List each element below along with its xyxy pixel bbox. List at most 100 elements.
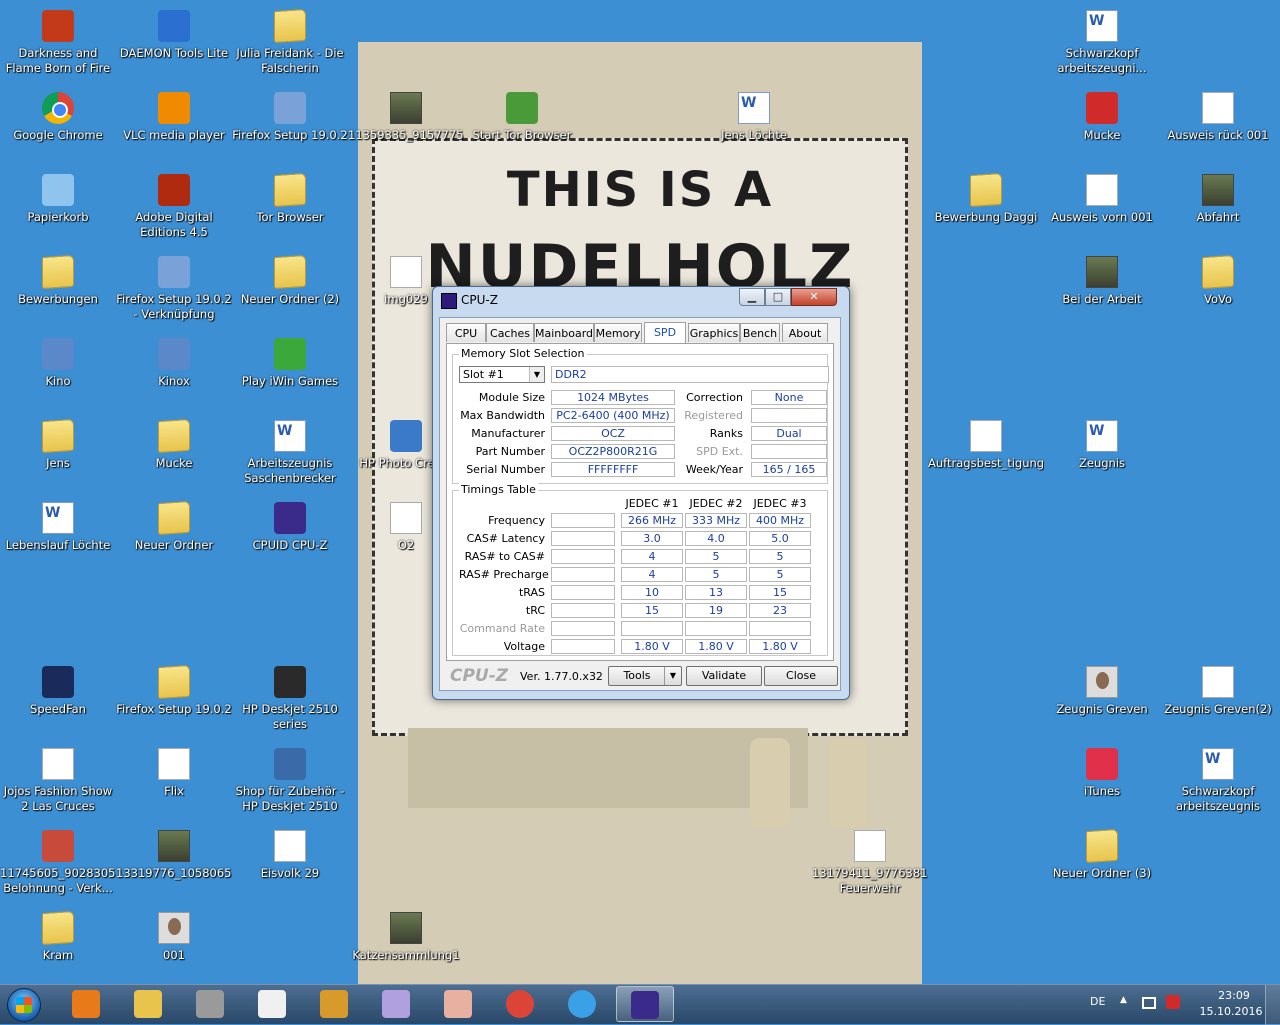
taskbar-item-game-spider[interactable] — [368, 986, 426, 1022]
desktop-icon[interactable]: Adobe Digital Editions 4.5 — [116, 168, 232, 246]
tab-spd[interactable]: SPD — [644, 322, 686, 343]
desktop-icon[interactable]: Abfahrt — [1160, 168, 1276, 246]
tab-memory[interactable]: Memory — [594, 323, 642, 342]
desktop-icon[interactable]: Schwarzkopf arbeitszeugni... — [1044, 4, 1160, 82]
desktop-icon[interactable]: HP Deskjet 2510 series — [232, 660, 348, 738]
cpuz-logo: CPU-Z — [450, 666, 509, 686]
desktop-icon[interactable]: Eisvolk 29 — [232, 824, 348, 902]
tab-cpu[interactable]: CPU — [446, 323, 486, 342]
desktop-icon[interactable]: 11745605_9028305.... Belohnung - Verk... — [0, 824, 116, 902]
desktop-icon[interactable]: Ausweis rück 001 — [1160, 86, 1276, 164]
desktop-icon[interactable]: Darkness and Flame Born of Fire — [0, 4, 116, 82]
desktop-icon[interactable]: DAEMON Tools Lite — [116, 4, 232, 82]
desktop-icon[interactable]: SpeedFan — [0, 660, 116, 738]
desktop-icon[interactable]: Neuer Ordner (3) — [1044, 824, 1160, 902]
desktop-icon-label: SpeedFan — [30, 702, 86, 716]
timings-cell — [749, 621, 811, 636]
clock-date[interactable]: 15.10.2016 — [1198, 1005, 1264, 1018]
desktop-icon[interactable]: Julia Freidank - Die Falscherin — [232, 4, 348, 82]
chevron-down-icon[interactable]: ▼ — [529, 367, 544, 382]
desktop-icon[interactable]: Kram — [0, 906, 116, 984]
tab-mainboard[interactable]: Mainboard — [534, 323, 594, 342]
desktop-icon[interactable]: 001 — [116, 906, 232, 984]
taskbar-item-game-cards[interactable] — [430, 986, 488, 1022]
desktop-icon[interactable]: 13319776_1058065.... — [116, 824, 232, 902]
close-window-button[interactable]: ✕ — [791, 288, 837, 306]
desktop-icon[interactable]: Bewerbungen — [0, 250, 116, 328]
close-button[interactable]: Close — [764, 666, 838, 686]
taskbar-item-tool[interactable] — [182, 986, 240, 1022]
tab-caches[interactable]: Caches — [486, 323, 534, 342]
desktop-icon[interactable]: Jens — [0, 414, 116, 492]
tab-about[interactable]: About — [782, 323, 828, 342]
desktop-icon[interactable]: Google Chrome — [0, 86, 116, 164]
tab-graphics[interactable]: Graphics — [688, 323, 740, 342]
start-button[interactable] — [4, 987, 46, 1023]
slot-select[interactable]: Slot #1 ▼ — [459, 366, 545, 383]
cpuz-window[interactable]: CPU-Z ▁ □ ✕ CPU Caches Mainboard Memory SPD G… — [432, 286, 850, 700]
tab-bench[interactable]: Bench — [740, 323, 780, 342]
manufacturer-field: OCZ — [551, 426, 675, 441]
taskbar-item-explorer[interactable] — [120, 986, 178, 1022]
desktop-icon[interactable]: 13179411_9776381.... Feuerwehr — [812, 824, 928, 902]
language-indicator[interactable]: DE — [1090, 995, 1105, 1008]
desktop-icon[interactable]: Katzensammlung1 — [348, 906, 464, 984]
desktop-icon[interactable]: Play iWin Games — [232, 332, 348, 410]
action-center-flag-icon[interactable] — [1166, 995, 1180, 1009]
desktop-icon[interactable]: Flix — [116, 742, 232, 820]
maximize-button[interactable]: □ — [765, 288, 791, 306]
desktop-icon[interactable]: Neuer Ordner — [116, 496, 232, 574]
desktop-icon[interactable]: Arbeitszeugnis Saschenbrecker — [232, 414, 348, 492]
desktop-icon[interactable]: Kinox — [116, 332, 232, 410]
desktop-icon[interactable]: Kino — [0, 332, 116, 410]
validate-button[interactable]: Validate — [686, 666, 762, 686]
desktop-icon[interactable]: Zeugnis Greven(2) — [1160, 660, 1276, 738]
desktop-icon[interactable]: CPUID CPU-Z — [232, 496, 348, 574]
desktop-icon-label: Neuer Ordner — [134, 538, 214, 552]
desktop-icon-label: Neuer Ordner (2) — [240, 292, 340, 306]
clock-time[interactable]: 23:09 — [1206, 989, 1262, 1002]
taskbar-item-solitaire[interactable] — [244, 986, 302, 1022]
desktop-icon[interactable]: Jens Löchte — [696, 86, 812, 164]
taskbar-item-chrome[interactable] — [492, 986, 550, 1022]
desktop-icon[interactable]: Firefox Setup 19.0.2 — [232, 86, 348, 164]
minimize-button[interactable]: ▁ — [739, 288, 765, 306]
desktop-icon[interactable]: Bewerbung Daggi — [928, 168, 1044, 246]
desktop-icon[interactable]: iTunes — [1044, 742, 1160, 820]
taskbar-item-cpuz[interactable] — [616, 986, 674, 1022]
desktop-icon[interactable]: Zeugnis Greven — [1044, 660, 1160, 738]
desktop-icon[interactable]: Bei der Arbeit — [1044, 250, 1160, 328]
desktop-icon-label: Jojos Fashion Show 2 Las Cruces — [3, 784, 113, 813]
cpuz-titlebar[interactable]: CPU-Z ▁ □ ✕ — [433, 287, 849, 315]
desktop-icon[interactable]: Tor Browser — [232, 168, 348, 246]
network-icon[interactable] — [1142, 997, 1156, 1009]
desktop-icon-label: Ausweis vorn 001 — [1051, 210, 1153, 224]
desktop-icon[interactable]: VoVo — [1160, 250, 1276, 328]
desktop-icon[interactable]: Firefox Setup 19.0.2 — [116, 660, 232, 738]
desktop-icon[interactable]: Papierkorb — [0, 168, 116, 246]
desktop-icon[interactable]: Neuer Ordner (2) — [232, 250, 348, 328]
recycle-bin-icon — [42, 174, 74, 206]
desktop-icon[interactable]: Auftragsbest_tigung — [928, 414, 1044, 492]
desktop-icon[interactable]: Firefox Setup 19.0.2 - Verknüpfung — [116, 250, 232, 328]
desktop-icon[interactable]: 11359335_9157775.... — [348, 86, 464, 164]
desktop-icon[interactable]: Jojos Fashion Show 2 Las Cruces — [0, 742, 116, 820]
taskbar-item-ie[interactable] — [554, 986, 612, 1022]
desktop-icon[interactable]: Start Tor Browser — [464, 86, 580, 164]
tools-button[interactable]: Tools ▼ — [608, 666, 682, 686]
desktop-icon[interactable]: Shop für Zubehör - HP Deskjet 2510 s... — [232, 742, 348, 820]
explorer-folder-icon — [134, 990, 162, 1018]
desktop-icon[interactable]: VLC media player — [116, 86, 232, 164]
video-icon — [390, 92, 422, 124]
desktop-icon[interactable]: Schwarzkopf arbeitszeugnis — [1160, 742, 1276, 820]
show-desktop-button[interactable] — [1265, 985, 1280, 1025]
desktop-icon[interactable]: Ausweis vorn 001 — [1044, 168, 1160, 246]
taskbar-item-media-player[interactable] — [58, 986, 116, 1022]
desktop-icon[interactable]: Zeugnis — [1044, 414, 1160, 492]
desktop-icon[interactable]: Mucke — [116, 414, 232, 492]
desktop-icon[interactable]: Lebenslauf Löchte — [0, 496, 116, 574]
desktop-icon[interactable]: Mucke — [1044, 86, 1160, 164]
taskbar-item-game-king[interactable] — [306, 986, 364, 1022]
chevron-down-icon[interactable]: ▼ — [664, 667, 681, 685]
tray-expand-icon[interactable]: ▲ — [1120, 995, 1127, 1005]
